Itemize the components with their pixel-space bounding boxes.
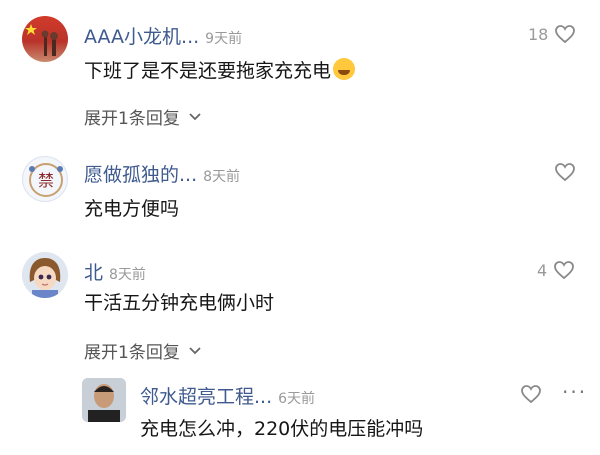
timestamp: 9天前 [205, 31, 243, 47]
username[interactable]: 北 [84, 258, 103, 285]
expand-replies-button[interactable]: 展开1条回复 [84, 338, 202, 363]
avatar[interactable]: 禁 [22, 156, 68, 202]
more-options-button[interactable]: ··· [562, 380, 587, 404]
avatar[interactable] [22, 16, 68, 62]
comment-text: 干活五分钟充电俩小时 [84, 292, 275, 314]
heart-icon [555, 25, 576, 44]
timestamp: 8天前 [203, 169, 241, 185]
chevron-down-icon [189, 346, 201, 354]
like-button[interactable]: 18 [528, 24, 576, 44]
comment-item: 北 8天前 4 干活五分钟充电俩小时 展开1条回复 [0, 240, 600, 370]
reply-item: 邻水超亮工程... 6天前 ··· 充电怎么冲，220伏的电压能冲吗 [0, 370, 600, 455]
timestamp: 6天前 [278, 391, 316, 407]
comment-text: 下班了是不是还要拖家充充电 [84, 56, 356, 83]
heart-icon [555, 163, 575, 182]
svg-text:禁: 禁 [38, 171, 54, 190]
heart-icon [521, 385, 541, 404]
timestamp: 8天前 [109, 267, 146, 283]
comment-text-content: 下班了是不是还要拖家充充电 [84, 60, 332, 82]
username[interactable]: 愿做孤独的... [84, 160, 197, 187]
comment-item: AAA小龙机... 9天前 18 下班了是不是还要拖家充充电 展开1条回复 [0, 0, 600, 140]
like-count: 18 [528, 24, 549, 44]
reply-text: 充电怎么冲，220伏的电压能冲吗 [140, 418, 424, 440]
laughing-crying-emoji-icon [333, 58, 356, 80]
username[interactable]: 邻水超亮工程... [140, 382, 272, 409]
like-button[interactable]: 4 [537, 260, 575, 280]
avatar[interactable] [82, 378, 126, 422]
comment-item: 禁 愿做孤独的... 8天前 充电方便吗 [0, 140, 600, 240]
avatar[interactable] [22, 252, 68, 298]
expand-replies-button[interactable]: 展开1条回复 [84, 104, 202, 129]
like-count: 4 [537, 260, 548, 280]
expand-replies-label: 展开1条回复 [84, 343, 180, 363]
chevron-down-icon [189, 112, 201, 120]
like-button[interactable] [520, 384, 542, 404]
comment-text: 充电方便吗 [84, 198, 180, 220]
expand-replies-label: 展开1条回复 [84, 109, 180, 129]
username[interactable]: AAA小龙机... [84, 22, 199, 49]
heart-icon [554, 261, 575, 280]
like-button[interactable] [554, 162, 576, 182]
